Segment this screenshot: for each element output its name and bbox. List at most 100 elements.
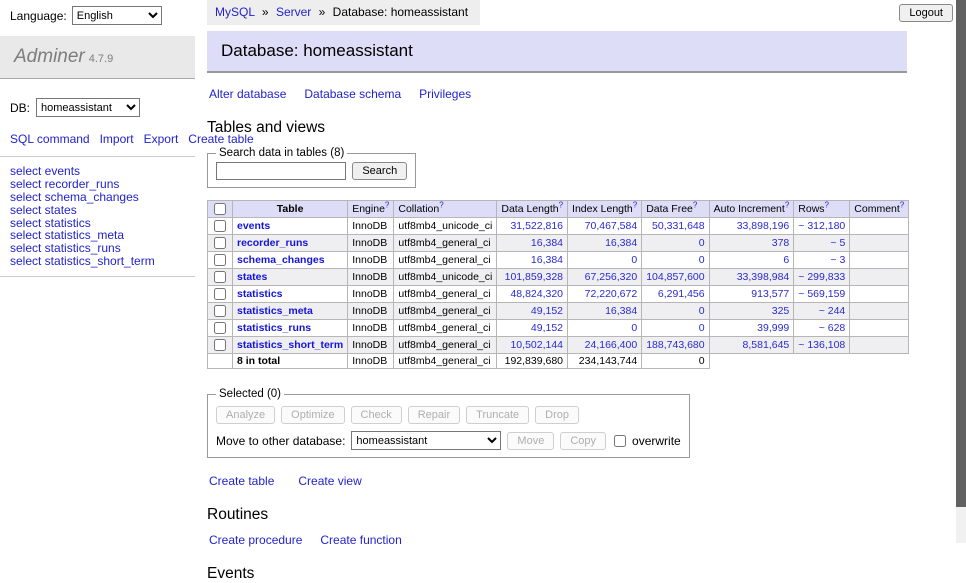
auto-increment-link[interactable]: 325 [772,305,790,317]
sidebar-select-table-link[interactable]: select statistics_short_term [10,255,195,268]
breadcrumb-mysql-link[interactable]: MySQL [215,5,255,19]
rows-count-link[interactable]: ~ 569,159 [798,288,845,300]
create-link-0[interactable]: Create table [209,474,274,488]
selected-truncate-button[interactable]: Truncate [466,406,529,424]
help-icon[interactable]: ? [633,201,637,210]
table-name-link[interactable]: states [237,271,267,283]
move-db-select[interactable]: homeassistant [351,431,501,450]
search-input[interactable] [216,162,346,180]
data-free-link[interactable]: 50,331,648 [652,220,705,232]
selected-optimize-button[interactable]: Optimize [281,406,344,424]
auto-increment-link[interactable]: 913,577 [751,288,789,300]
db-select[interactable]: homeassistant [36,98,140,117]
rows-count-link[interactable]: ~ 136,108 [798,339,845,351]
row-checkbox[interactable] [214,339,226,351]
database-link-0[interactable]: Alter database [209,87,286,101]
rows-count-link[interactable]: ~ 3 [830,254,845,266]
help-icon[interactable]: ? [900,201,904,210]
data-free-link[interactable]: 0 [699,305,705,317]
logout-button[interactable]: Logout [899,4,953,22]
index-length-link[interactable]: 24,166,400 [585,339,638,351]
data-length-cell: 16,384 [497,235,568,252]
move-button[interactable]: Move [507,432,554,450]
row-checkbox[interactable] [214,220,226,232]
index-length-link[interactable]: 72,220,672 [585,288,638,300]
rows-count-link[interactable]: ~ 628 [819,322,846,334]
table-name-link[interactable]: events [237,220,270,232]
data-length-link[interactable]: 16,384 [531,237,563,249]
data-length-link[interactable]: 49,152 [531,322,563,334]
data-length-link[interactable]: 16,384 [531,254,563,266]
data-free-link[interactable]: 0 [699,322,705,334]
select-all-checkbox[interactable] [214,203,226,215]
search-button[interactable]: Search [352,162,407,180]
data-free-link[interactable]: 104,857,600 [646,271,704,283]
data-free-link[interactable]: 0 [699,254,705,266]
auto-increment-link[interactable]: 39,999 [757,322,789,334]
selected-check-button[interactable]: Check [351,406,402,424]
index-length-link[interactable]: 0 [631,322,637,334]
data-length-link[interactable]: 10,502,144 [510,339,563,351]
data-free-link[interactable]: 6,291,456 [658,288,705,300]
sidebar-action-link-1[interactable]: Import [100,132,134,146]
overwrite-label[interactable]: overwrite [632,434,681,448]
copy-button[interactable]: Copy [560,432,606,450]
table-name-link[interactable]: recorder_runs [237,237,308,249]
data-free-link[interactable]: 0 [699,237,705,249]
index-length-link[interactable]: 67,256,320 [585,271,638,283]
auto-increment-link[interactable]: 33,398,984 [737,271,790,283]
scrollbar-thumb[interactable] [956,0,966,507]
auto-increment-link[interactable]: 8,581,645 [743,339,790,351]
rows-count-link[interactable]: ~ 312,180 [798,220,845,232]
database-link-2[interactable]: Privileges [419,87,471,101]
sidebar-action-link-0[interactable]: SQL command [10,132,90,146]
table-name-link[interactable]: statistics_runs [237,322,311,334]
index-length-link[interactable]: 0 [631,254,637,266]
create-link-1[interactable]: Create view [298,474,361,488]
auto-increment-link[interactable]: 378 [772,237,790,249]
help-icon[interactable]: ? [385,201,389,210]
help-icon[interactable]: ? [825,201,829,210]
row-checkbox[interactable] [214,322,226,334]
row-checkbox[interactable] [214,288,226,300]
table-name-link[interactable]: statistics [237,288,283,300]
data-length-link[interactable]: 48,824,320 [510,288,563,300]
rows-count-link[interactable]: ~ 244 [819,305,846,317]
help-icon[interactable]: ? [693,201,697,210]
auto-increment-link[interactable]: 33,898,196 [737,220,790,232]
table-name-link[interactable]: statistics_short_term [237,339,343,351]
scrollbar[interactable] [956,0,966,543]
overwrite-checkbox[interactable] [614,435,626,447]
row-checkbox[interactable] [214,271,226,283]
sidebar-action-link-2[interactable]: Export [144,132,179,146]
data-free-link[interactable]: 188,743,680 [646,339,704,351]
language-select[interactable]: English [72,6,162,25]
help-icon[interactable]: ? [559,201,563,210]
index-length-link[interactable]: 16,384 [605,305,637,317]
data-length-link[interactable]: 101,859,328 [505,271,563,283]
rows-count-link[interactable]: ~ 299,833 [798,271,845,283]
routine-link-0[interactable]: Create procedure [209,533,302,547]
help-icon[interactable]: ? [785,201,789,210]
table-name-link[interactable]: statistics_meta [237,305,313,317]
auto-increment-link[interactable]: 6 [783,254,789,266]
index-length-link[interactable]: 70,467,584 [585,220,638,232]
table-name-link[interactable]: schema_changes [237,254,325,266]
routine-link-1[interactable]: Create function [320,533,401,547]
selected-analyze-button[interactable]: Analyze [216,406,275,424]
sidebar-select-table-link[interactable]: select schema_changes [10,191,195,204]
row-checkbox[interactable] [214,305,226,317]
database-link-1[interactable]: Database schema [304,87,401,101]
sidebar-select-table-link[interactable]: select states [10,204,195,217]
data-length-link[interactable]: 49,152 [531,305,563,317]
selected-drop-button[interactable]: Drop [535,406,579,424]
selected-repair-button[interactable]: Repair [408,406,460,424]
help-icon[interactable]: ? [439,201,443,210]
data-length-link[interactable]: 31,522,816 [510,220,563,232]
row-checkbox[interactable] [214,237,226,249]
row-checkbox[interactable] [214,254,226,266]
rows-count-link[interactable]: ~ 5 [830,237,845,249]
breadcrumb-server-link[interactable]: Server [276,5,311,19]
auto-increment-cell: 33,898,196 [709,218,794,235]
index-length-link[interactable]: 16,384 [605,237,637,249]
